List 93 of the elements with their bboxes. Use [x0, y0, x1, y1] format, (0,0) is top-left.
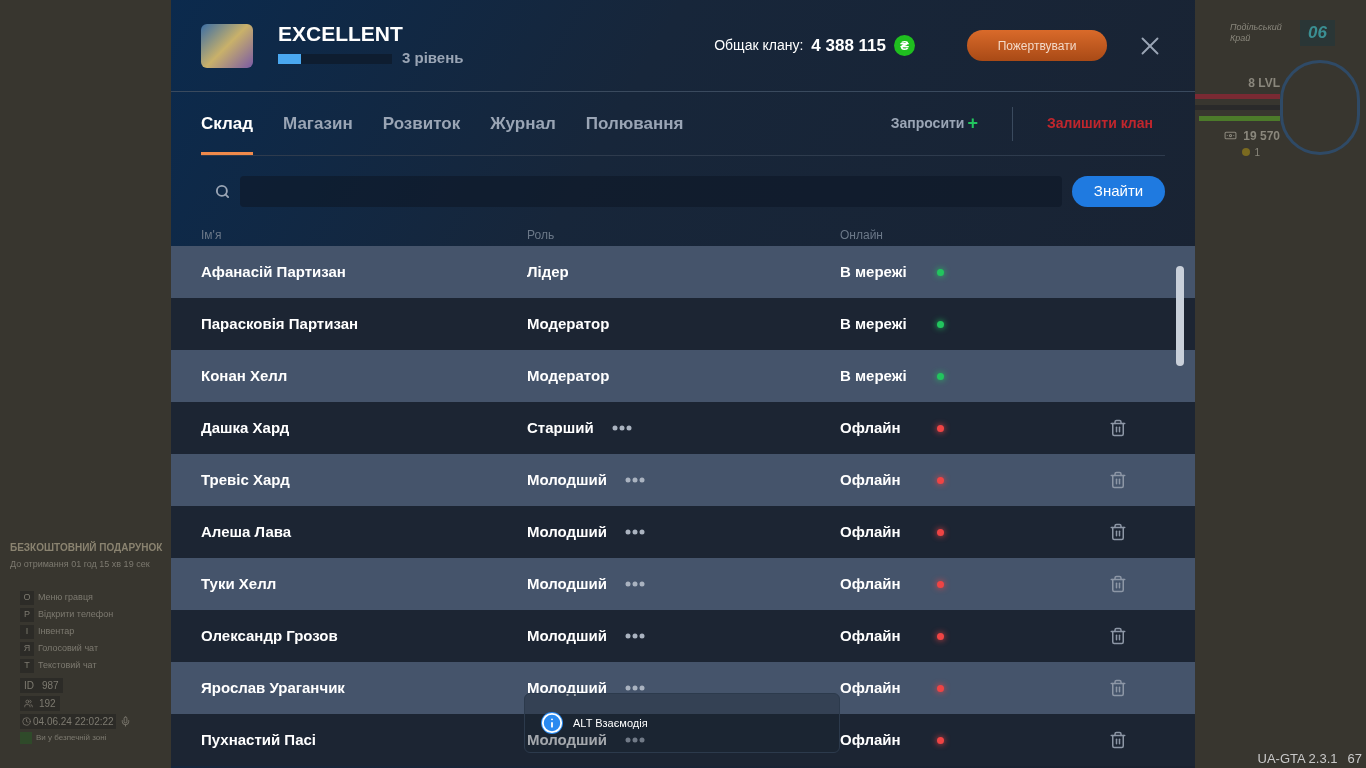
member-name: Алеша Лава: [201, 521, 293, 542]
member-role: Лідер: [527, 261, 569, 282]
member-name: Парасковія Партизан: [201, 313, 360, 334]
hotkey-key: P: [20, 607, 34, 622]
member-role: Модератор: [527, 365, 610, 386]
member-row[interactable]: Ярослав Ураганчик Молодший Офлайн: [171, 662, 1195, 714]
hotkey-label: Меню гравця: [38, 590, 93, 604]
member-role: Молодший: [527, 677, 608, 698]
member-name: Ярослав Ураганчик: [201, 677, 346, 698]
level-label: 3 рівень: [402, 48, 464, 69]
more-dots-icon[interactable]: [625, 529, 646, 535]
member-name: Тревіс Хард: [201, 469, 291, 490]
tab[interactable]: Розвиток: [382, 92, 461, 155]
coin-icon: [1242, 148, 1251, 156]
member-role: Молодший: [527, 625, 608, 646]
member-name: Туки Хелл: [201, 573, 278, 594]
hotkey-label: Текстовий чат: [38, 658, 97, 672]
hotkey-key: T: [20, 658, 34, 673]
id-badge: ID 987: [20, 677, 63, 693]
datetime-badge: 04.06.24 22:02:22: [20, 713, 116, 729]
member-status: Офлайн: [840, 521, 902, 542]
member-row[interactable]: Афанасій Партизан Лідер В мережі: [171, 246, 1195, 298]
member-role: Молодший: [527, 573, 608, 594]
trash-icon[interactable]: [1109, 679, 1127, 697]
more-dots-icon[interactable]: [625, 581, 646, 587]
hotkey-label: Голосовий чат: [38, 641, 98, 655]
member-name: Конан Хелл: [201, 365, 289, 386]
coin-amount: 1: [1254, 145, 1260, 160]
treasury-label: Общак клану:: [714, 36, 804, 55]
column-header: Ім'я: [201, 227, 223, 244]
region-name: Подільський Край: [1230, 21, 1283, 44]
more-dots-icon[interactable]: [625, 477, 646, 483]
tab[interactable]: Магазин: [283, 92, 353, 155]
hryvnia-coin-icon: ₴: [894, 35, 915, 56]
member-status: Офлайн: [840, 729, 902, 750]
member-name: Дашка Хард: [201, 417, 291, 438]
fps-counter: 67: [1347, 749, 1362, 768]
player-level: 8 LVL: [1248, 74, 1280, 92]
players-badge: 192: [20, 695, 60, 711]
member-status: Офлайн: [840, 417, 902, 438]
tab[interactable]: Журнал: [490, 92, 556, 155]
trash-icon[interactable]: [1109, 419, 1127, 437]
member-role: Старший: [527, 417, 594, 438]
member-row[interactable]: Конан Хелл Модератор В мережі: [171, 350, 1195, 402]
member-role: Молодший: [527, 469, 608, 490]
money-icon: [1224, 129, 1238, 142]
money-amount: 19 570: [1243, 127, 1280, 145]
member-status: Офлайн: [840, 469, 902, 490]
trash-icon[interactable]: [1109, 627, 1127, 645]
member-role: Молодший: [527, 521, 608, 542]
trash-icon[interactable]: [1109, 471, 1127, 489]
gift-timer: До отримання 01 год 15 хв 19 сек: [10, 558, 151, 571]
more-dots-icon[interactable]: [625, 633, 646, 639]
member-name: Пухнастий Пасі: [201, 729, 317, 750]
find-button[interactable]: Знайти: [1072, 175, 1165, 207]
member-role: Модератор: [527, 313, 610, 334]
microphone-icon: [119, 715, 131, 727]
member-status: В мережі: [840, 313, 908, 334]
column-header: Онлайн: [840, 227, 883, 244]
trash-icon[interactable]: [1109, 575, 1127, 593]
version-label: UA-GTA 2.3.1: [1257, 749, 1338, 768]
trash-icon[interactable]: [1109, 523, 1127, 541]
column-header: Роль: [527, 227, 556, 244]
invite-button[interactable]: Запросити +: [890, 110, 978, 137]
member-row[interactable]: Туки Хелл Молодший Офлайн: [171, 558, 1195, 610]
member-status: Офлайн: [840, 677, 902, 698]
hotkey-label: Відкрити телефон: [38, 607, 114, 621]
member-name: Афанасій Партизан: [201, 261, 347, 282]
member-status: В мережі: [840, 365, 908, 386]
zone-number: 06: [1300, 20, 1335, 46]
tab[interactable]: Склад: [201, 92, 254, 155]
member-row[interactable]: Тревіс Хард Молодший Офлайн: [171, 454, 1195, 506]
gift-title: БЕЗКОШТОВНИЙ ПОДАРУНОК: [10, 540, 161, 555]
member-name: Олександр Грозов: [201, 625, 339, 646]
member-status: В мережі: [840, 261, 908, 282]
tab[interactable]: Полювання: [585, 92, 684, 155]
hint-text: ALT Взаємодія: [573, 715, 648, 731]
more-dots-icon[interactable]: [625, 737, 646, 743]
scrollbar-thumb[interactable]: [1176, 266, 1184, 366]
clan-name: EXCELLENT: [278, 21, 404, 48]
trash-icon[interactable]: [1109, 731, 1127, 749]
more-dots-icon[interactable]: [611, 425, 632, 431]
hotkey-label: Інвентар: [38, 624, 75, 638]
member-status: Офлайн: [840, 625, 902, 646]
hotkey-key: Я: [20, 641, 34, 656]
treasury-value: 4 388 115: [811, 34, 886, 57]
clan-logo-icon: [201, 23, 253, 68]
more-dots-icon[interactable]: [625, 685, 646, 691]
member-role: Молодший: [527, 729, 608, 750]
search-field[interactable]: [240, 175, 1062, 207]
member-status: Офлайн: [840, 573, 902, 594]
search-icon: [215, 183, 230, 199]
hotkey-key: O: [20, 590, 34, 605]
